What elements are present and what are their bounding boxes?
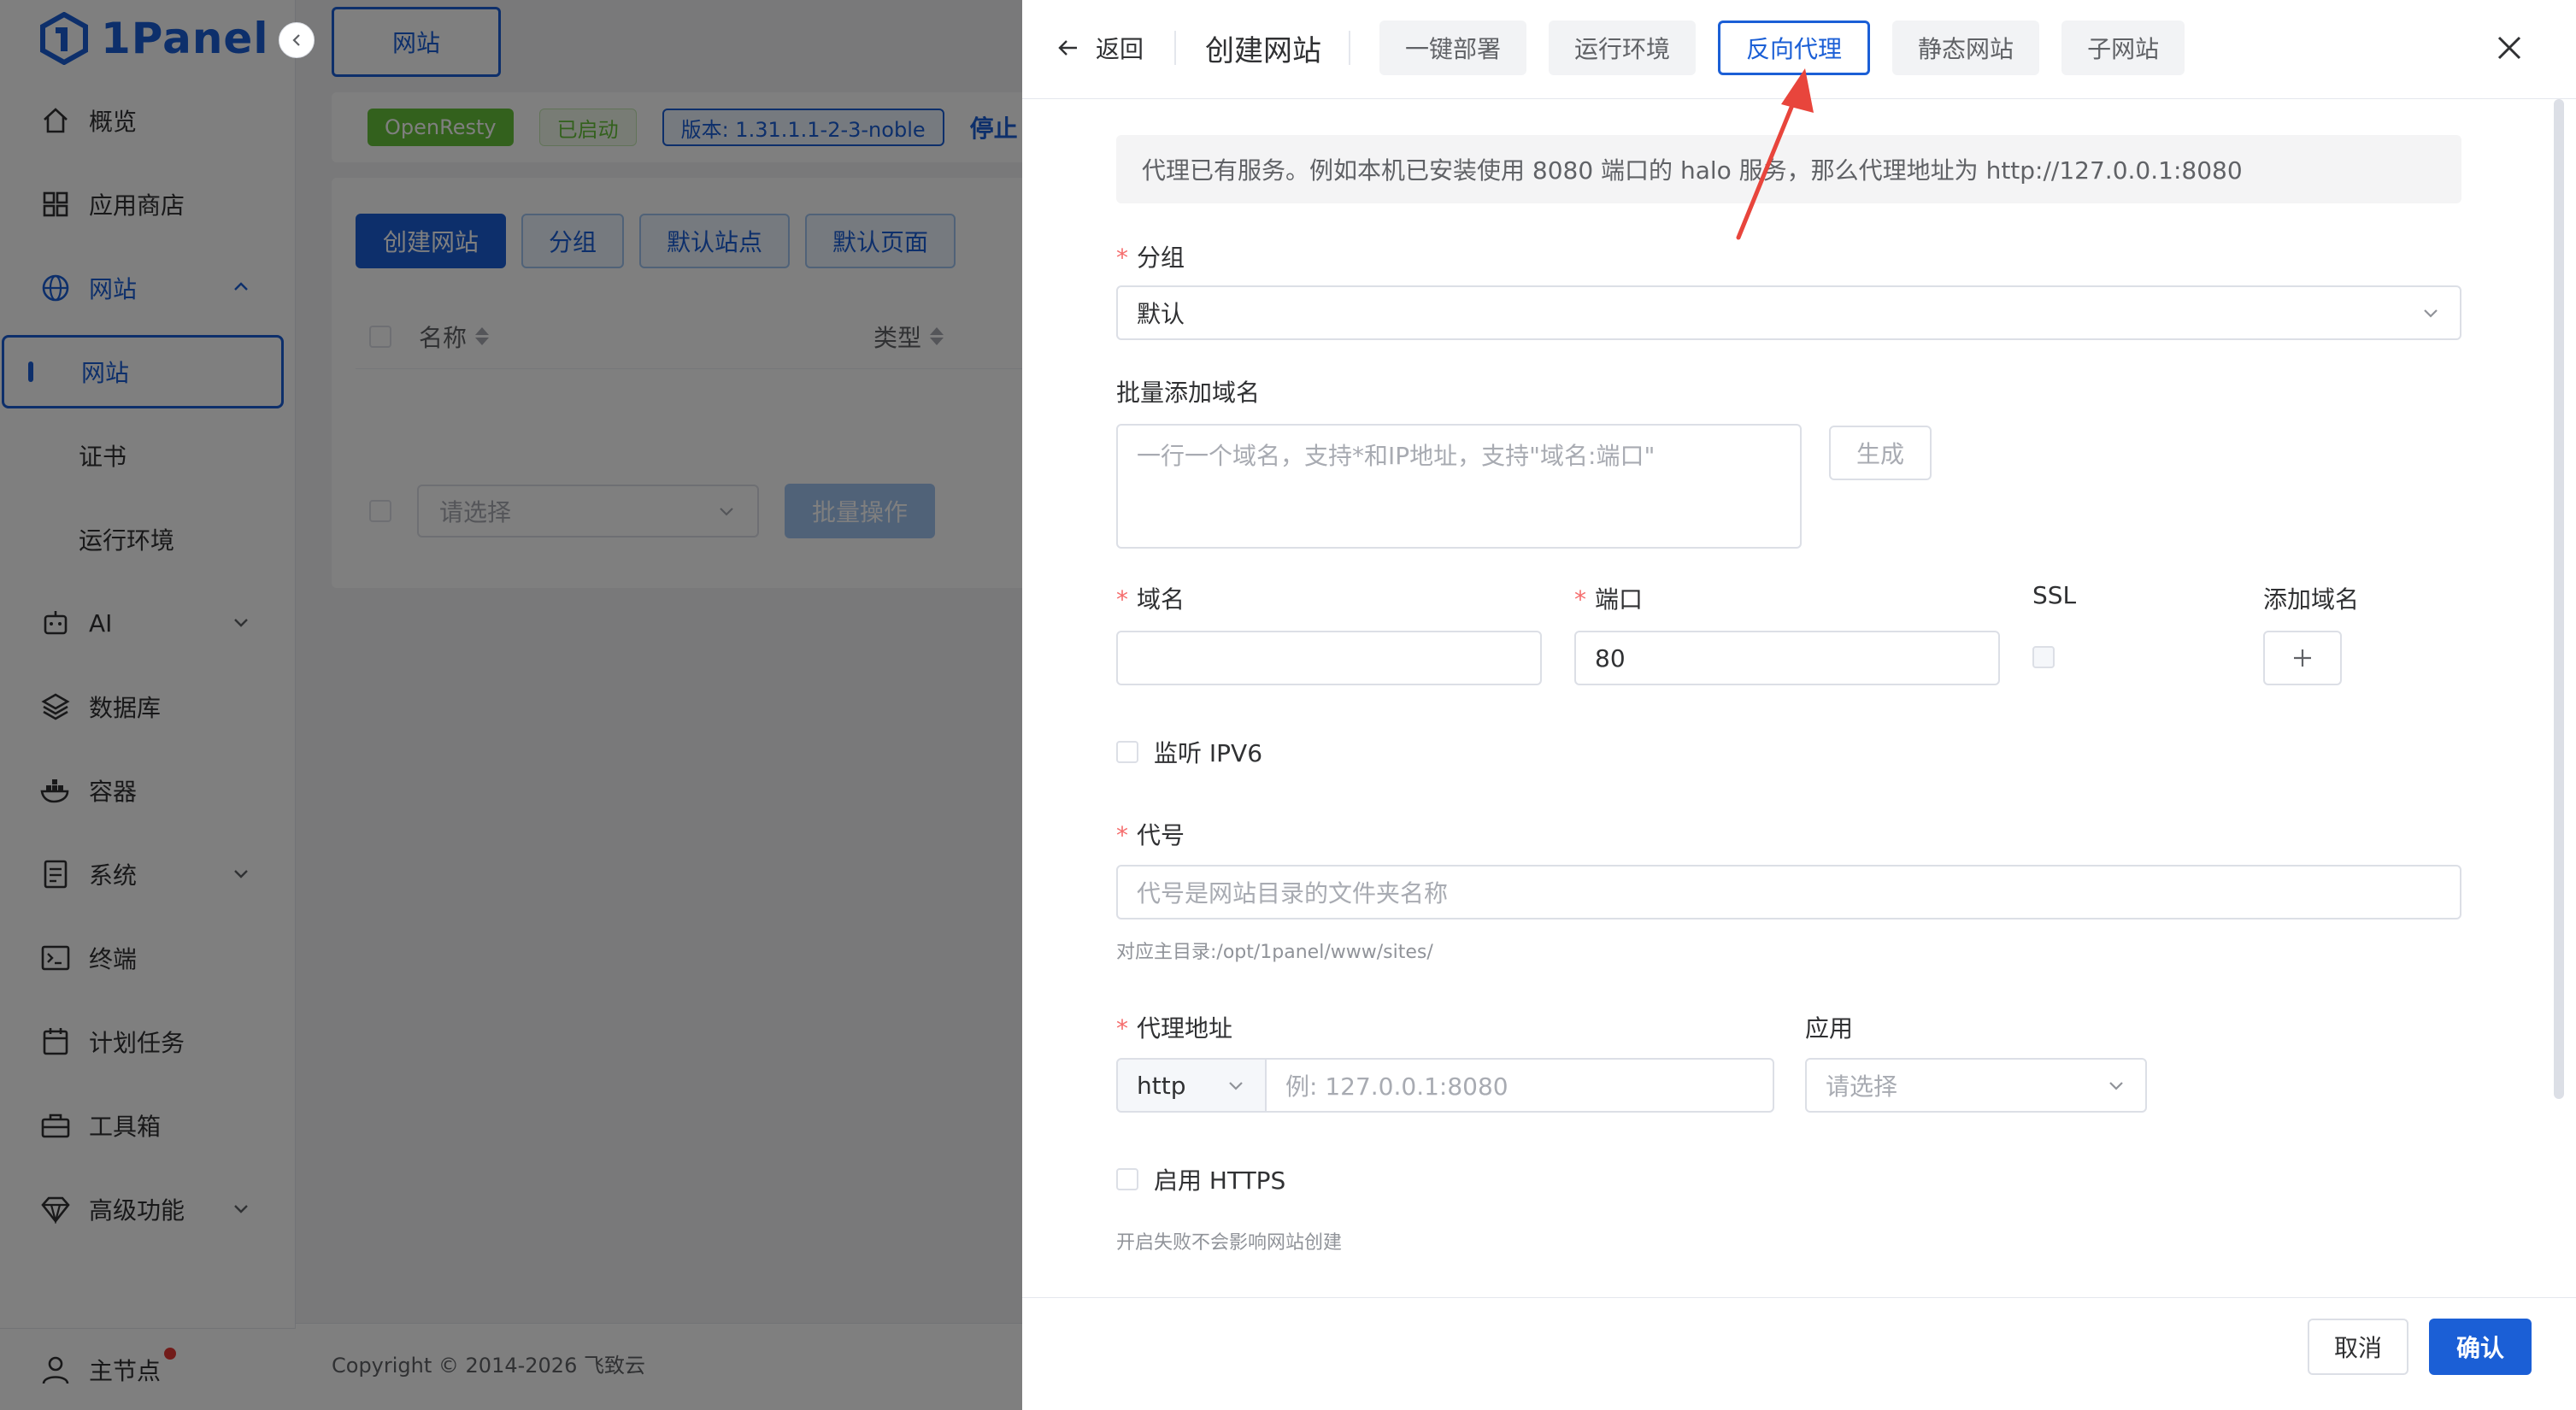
ipv6-label: 监听 IPV6	[1154, 739, 1263, 767]
tab-static-site[interactable]: 静态网站	[1892, 21, 2040, 75]
app-select-placeholder: 请选择	[1826, 1072, 1898, 1101]
tab-one-click-deploy[interactable]: 一键部署	[1379, 21, 1527, 75]
port-label-text: 端口	[1595, 585, 1644, 614]
cancel-button[interactable]: 取消	[2308, 1319, 2408, 1375]
website-type-tabs: 一键部署 运行环境 反向代理 静态网站 子网站	[1379, 21, 2185, 75]
collapse-sidebar-button[interactable]	[279, 22, 315, 58]
proxy-label-text: 代理地址	[1137, 1014, 1233, 1043]
batch-domain-textarea[interactable]: 一行一个域名，支持*和IP地址，支持"域名:端口"	[1116, 424, 1802, 549]
arrow-left-icon	[1058, 40, 1077, 56]
port-label: * 端口	[1574, 581, 1643, 615]
group-select-value: 默认	[1137, 300, 1185, 328]
ipv6-checkbox[interactable]	[1116, 741, 1138, 763]
alias-input[interactable]: 代号是网站目录的文件夹名称	[1116, 865, 2461, 919]
ssl-label: SSL	[2032, 581, 2077, 609]
batch-domain-label: 批量添加域名	[1116, 379, 1261, 407]
chevron-down-icon	[2424, 309, 2438, 318]
https-hint: 开启失败不会影响网站创建	[1116, 1232, 1343, 1254]
back-label: 返回	[1096, 35, 1144, 63]
close-icon[interactable]	[2492, 31, 2526, 65]
back-button[interactable]: 返回	[1056, 31, 1144, 65]
modal-overlay[interactable]	[0, 0, 1022, 1410]
tab-reverse-proxy[interactable]: 反向代理	[1718, 21, 1871, 75]
add-domain-button[interactable]	[2263, 631, 2342, 685]
domain-label: * 域名	[1116, 581, 1185, 615]
app-select[interactable]: 请选择	[1805, 1058, 2147, 1113]
create-website-drawer: 返回 创建网站 一键部署 运行环境 反向代理 静态网站 子网站 代理已有服务。例…	[1022, 0, 2576, 1410]
domain-label-text: 域名	[1137, 585, 1185, 614]
add-domain-label: 添加域名	[2263, 585, 2360, 614]
https-option[interactable]: 启用 HTTPS	[1116, 1162, 1285, 1196]
drawer-title: 创建网站	[1205, 34, 1321, 68]
required-mark: *	[1116, 1014, 1128, 1043]
drawer-footer: 取消 确认	[1022, 1297, 2576, 1410]
divider	[1174, 31, 1176, 65]
alias-hint: 对应主目录:/opt/1panel/www/sites/	[1116, 942, 1433, 963]
protocol-value: http	[1137, 1071, 1186, 1100]
proxy-address-input[interactable]: 例: 127.0.0.1:8080	[1265, 1058, 1774, 1113]
divider	[1349, 31, 1350, 65]
alias-label: * 代号	[1116, 817, 1185, 851]
tab-subsite[interactable]: 子网站	[2061, 21, 2185, 75]
alias-label-text: 代号	[1137, 821, 1185, 849]
domain-input[interactable]	[1116, 631, 1542, 685]
https-checkbox[interactable]	[1116, 1168, 1138, 1190]
chevron-down-icon	[1229, 1082, 1243, 1090]
proxy-label: * 代理地址	[1116, 1010, 1232, 1044]
required-mark: *	[1116, 585, 1128, 614]
ssl-checkbox[interactable]	[2032, 646, 2055, 668]
chevron-down-icon	[2109, 1082, 2123, 1090]
drawer-header: 返回 创建网站 一键部署 运行环境 反向代理 静态网站 子网站	[1022, 0, 2576, 99]
app-label: 应用	[1805, 1014, 1854, 1043]
group-label-text: 分组	[1137, 244, 1185, 272]
ipv6-option[interactable]: 监听 IPV6	[1116, 735, 1262, 769]
group-select[interactable]: 默认	[1116, 285, 2461, 340]
tab-runtime[interactable]: 运行环境	[1549, 21, 1697, 75]
port-input[interactable]: 80	[1574, 631, 2000, 685]
plus-icon	[2294, 649, 2311, 667]
https-label: 启用 HTTPS	[1154, 1166, 1286, 1195]
confirm-button[interactable]: 确认	[2429, 1319, 2532, 1375]
scrollbar[interactable]	[2554, 99, 2564, 1099]
generate-button[interactable]: 生成	[1829, 426, 1932, 480]
group-label: * 分组	[1116, 239, 1185, 273]
required-mark: *	[1574, 585, 1586, 614]
protocol-select[interactable]: http	[1116, 1058, 1267, 1113]
chevron-left-icon	[292, 34, 300, 46]
required-mark: *	[1116, 821, 1128, 849]
info-notice: 代理已有服务。例如本机已安装使用 8080 端口的 halo 服务，那么代理地址…	[1116, 135, 2461, 203]
required-mark: *	[1116, 244, 1128, 272]
